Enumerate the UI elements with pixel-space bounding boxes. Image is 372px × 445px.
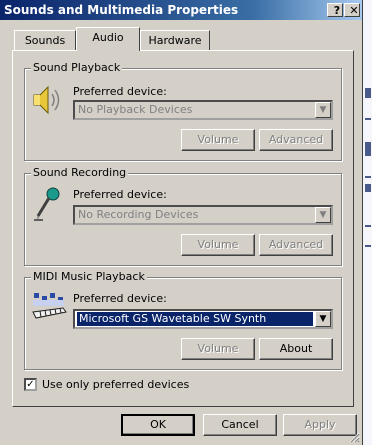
sounds-multimedia-dialog: Sounds and Multimedia Properties ? ✕ Sou… xyxy=(0,0,363,445)
window-title: Sounds and Multimedia Properties xyxy=(4,3,239,17)
sound-recording-title: Sound Recording xyxy=(31,166,129,179)
close-button[interactable]: ✕ xyxy=(344,3,360,17)
tab-sounds-label: Sounds xyxy=(24,34,66,47)
midi-preferred-label: Preferred device: xyxy=(73,292,167,305)
tab-sounds[interactable]: Sounds xyxy=(14,30,76,50)
recording-device-dropdown[interactable]: No Recording Devices ▼ xyxy=(73,205,333,225)
midi-about-button[interactable]: About xyxy=(259,338,333,360)
playback-device-dropdown[interactable]: No Playback Devices ▼ xyxy=(73,100,333,120)
checkmark-icon: ✓ xyxy=(26,379,35,390)
tab-audio[interactable]: Audio xyxy=(76,27,140,51)
speaker-icon xyxy=(33,85,60,115)
title-bar: Sounds and Multimedia Properties ? ✕ xyxy=(0,0,362,20)
midi-playback-title: MIDI Music Playback xyxy=(31,270,147,283)
chevron-down-icon: ▼ xyxy=(315,102,331,118)
sound-playback-group: Sound Playback Preferred device: No Play… xyxy=(24,61,342,161)
playback-advanced-button[interactable]: Advanced xyxy=(259,129,333,151)
background-window xyxy=(362,0,372,445)
apply-button[interactable]: Apply xyxy=(283,414,357,436)
tab-hardware[interactable]: Hardware xyxy=(140,30,210,50)
use-preferred-label[interactable]: Use only preferred devices xyxy=(42,378,189,391)
midi-playback-group: MIDI Music Playback Preferred device: Mi… xyxy=(24,270,342,370)
use-preferred-checkbox[interactable]: ✓ xyxy=(24,378,37,391)
ok-button[interactable]: OK xyxy=(121,414,195,436)
midi-device-value: Microsoft GS Wavetable SW Synth xyxy=(76,311,314,327)
playback-volume-button[interactable]: Volume xyxy=(181,129,255,151)
chevron-down-icon: ▼ xyxy=(315,207,331,223)
help-button[interactable]: ? xyxy=(327,3,343,17)
cancel-button[interactable]: Cancel xyxy=(203,414,277,436)
tab-hardware-label: Hardware xyxy=(148,34,202,47)
microphone-icon xyxy=(34,187,60,221)
midi-volume-button[interactable]: Volume xyxy=(181,338,255,360)
playback-preferred-label: Preferred device: xyxy=(73,85,167,98)
recording-preferred-label: Preferred device: xyxy=(73,188,167,201)
sound-playback-title: Sound Playback xyxy=(31,61,123,74)
resize-grip-icon[interactable] xyxy=(348,431,360,443)
recording-advanced-button[interactable]: Advanced xyxy=(259,234,333,256)
midi-keyboard-icon xyxy=(32,293,67,319)
help-icon: ? xyxy=(333,4,341,17)
sound-recording-group: Sound Recording Preferred device: No Rec… xyxy=(24,166,342,266)
midi-device-dropdown[interactable]: Microsoft GS Wavetable SW Synth ▼ xyxy=(73,309,333,329)
close-icon: ✕ xyxy=(349,4,359,17)
recording-device-value: No Recording Devices xyxy=(78,208,199,221)
recording-volume-button[interactable]: Volume xyxy=(181,234,255,256)
tab-audio-label: Audio xyxy=(92,31,124,44)
playback-device-value: No Playback Devices xyxy=(78,103,193,116)
chevron-down-icon: ▼ xyxy=(315,311,331,327)
